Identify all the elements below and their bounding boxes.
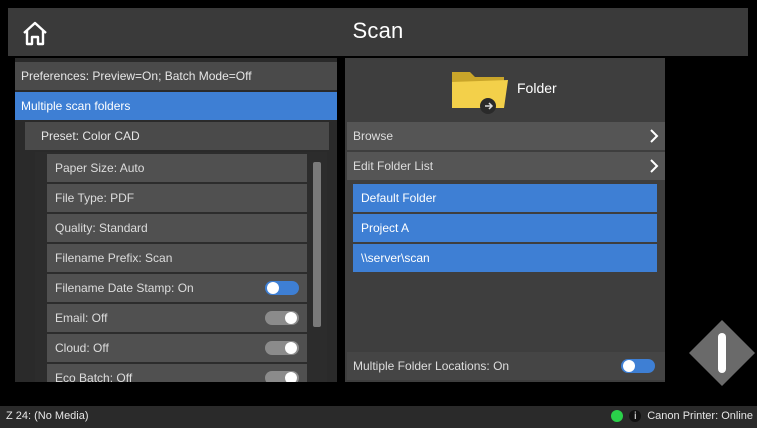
toggle-knob <box>285 372 297 382</box>
cloud-label: Cloud: Off <box>55 341 109 355</box>
eco-batch-label: Eco Batch: Off <box>55 371 133 382</box>
browse-label: Browse <box>353 129 394 143</box>
chevron-right-icon <box>650 129 659 143</box>
header-bar: Scan <box>8 8 748 56</box>
chevron-right-icon <box>650 159 659 173</box>
folder-header: Folder <box>345 58 665 120</box>
printer-status: i Canon Printer: Online <box>611 410 753 422</box>
printer-status-label: Canon Printer: Online <box>647 410 753 422</box>
filename-date-stamp-label: Filename Date Stamp: On <box>55 281 194 295</box>
media-status: Z 24: (No Media) <box>6 410 89 422</box>
file-type-item[interactable]: File Type: PDF <box>47 184 307 212</box>
email-label: Email: Off <box>55 311 108 325</box>
folder-title: Folder <box>517 80 557 96</box>
folder-item-server-scan[interactable]: \\server\scan <box>353 244 657 272</box>
quality-item[interactable]: Quality: Standard <box>47 214 307 242</box>
cloud-item[interactable]: Cloud: Off <box>47 334 307 362</box>
filename-prefix-item[interactable]: Filename Prefix: Scan <box>47 244 307 272</box>
email-toggle[interactable] <box>265 311 299 325</box>
info-icon[interactable]: i <box>629 410 642 422</box>
edit-folder-list-label: Edit Folder List <box>353 159 434 173</box>
quality-label: Quality: Standard <box>55 221 148 235</box>
paper-size-item[interactable]: Paper Size: Auto <box>47 154 307 182</box>
cloud-toggle[interactable] <box>265 341 299 355</box>
folder-item-project-a[interactable]: Project A <box>353 214 657 242</box>
toggle-knob <box>623 360 635 372</box>
eco-batch-toggle[interactable] <box>265 371 299 382</box>
scroll-diamond-button[interactable] <box>687 318 757 388</box>
multiple-folder-locations-row[interactable]: Multiple Folder Locations: On <box>347 352 665 380</box>
email-item[interactable]: Email: Off <box>47 304 307 332</box>
eco-batch-item[interactable]: Eco Batch: Off <box>47 364 307 382</box>
edit-folder-list-row[interactable]: Edit Folder List <box>347 152 665 180</box>
preset-row[interactable]: Preset: Color CAD <box>25 122 329 150</box>
toggle-knob <box>285 312 297 324</box>
page-title: Scan <box>352 18 404 43</box>
browse-row[interactable]: Browse <box>347 122 665 150</box>
settings-scrollbar[interactable] <box>313 162 321 327</box>
file-type-label: File Type: PDF <box>55 191 135 205</box>
folder-item-default[interactable]: Default Folder <box>353 184 657 212</box>
preferences-row[interactable]: Preferences: Preview=On; Batch Mode=Off <box>15 62 337 90</box>
preset-settings-list: Paper Size: Auto File Type: PDF Quality:… <box>35 152 327 382</box>
filename-prefix-label: Filename Prefix: Scan <box>55 251 173 265</box>
folder-panel: Folder Browse Edit Folder List Default F… <box>345 58 665 382</box>
status-bar: Z 24: (No Media) i Canon Printer: Online <box>0 406 757 428</box>
status-led-icon <box>611 410 624 422</box>
filename-date-stamp-toggle[interactable] <box>265 281 299 295</box>
scan-settings-panel: Preferences: Preview=On; Batch Mode=Off … <box>15 58 337 382</box>
multiple-scan-folders-row[interactable]: Multiple scan folders <box>15 92 337 120</box>
paper-size-label: Paper Size: Auto <box>55 161 145 175</box>
scan-screen: Scan Preferences: Preview=On; Batch Mode… <box>0 0 757 428</box>
multiple-folder-locations-label: Multiple Folder Locations: On <box>353 359 510 373</box>
multiple-folder-locations-toggle[interactable] <box>621 359 655 373</box>
filename-date-stamp-item[interactable]: Filename Date Stamp: On <box>47 274 307 302</box>
toggle-knob <box>285 342 297 354</box>
toggle-knob <box>267 282 279 294</box>
folder-icon <box>452 72 508 114</box>
